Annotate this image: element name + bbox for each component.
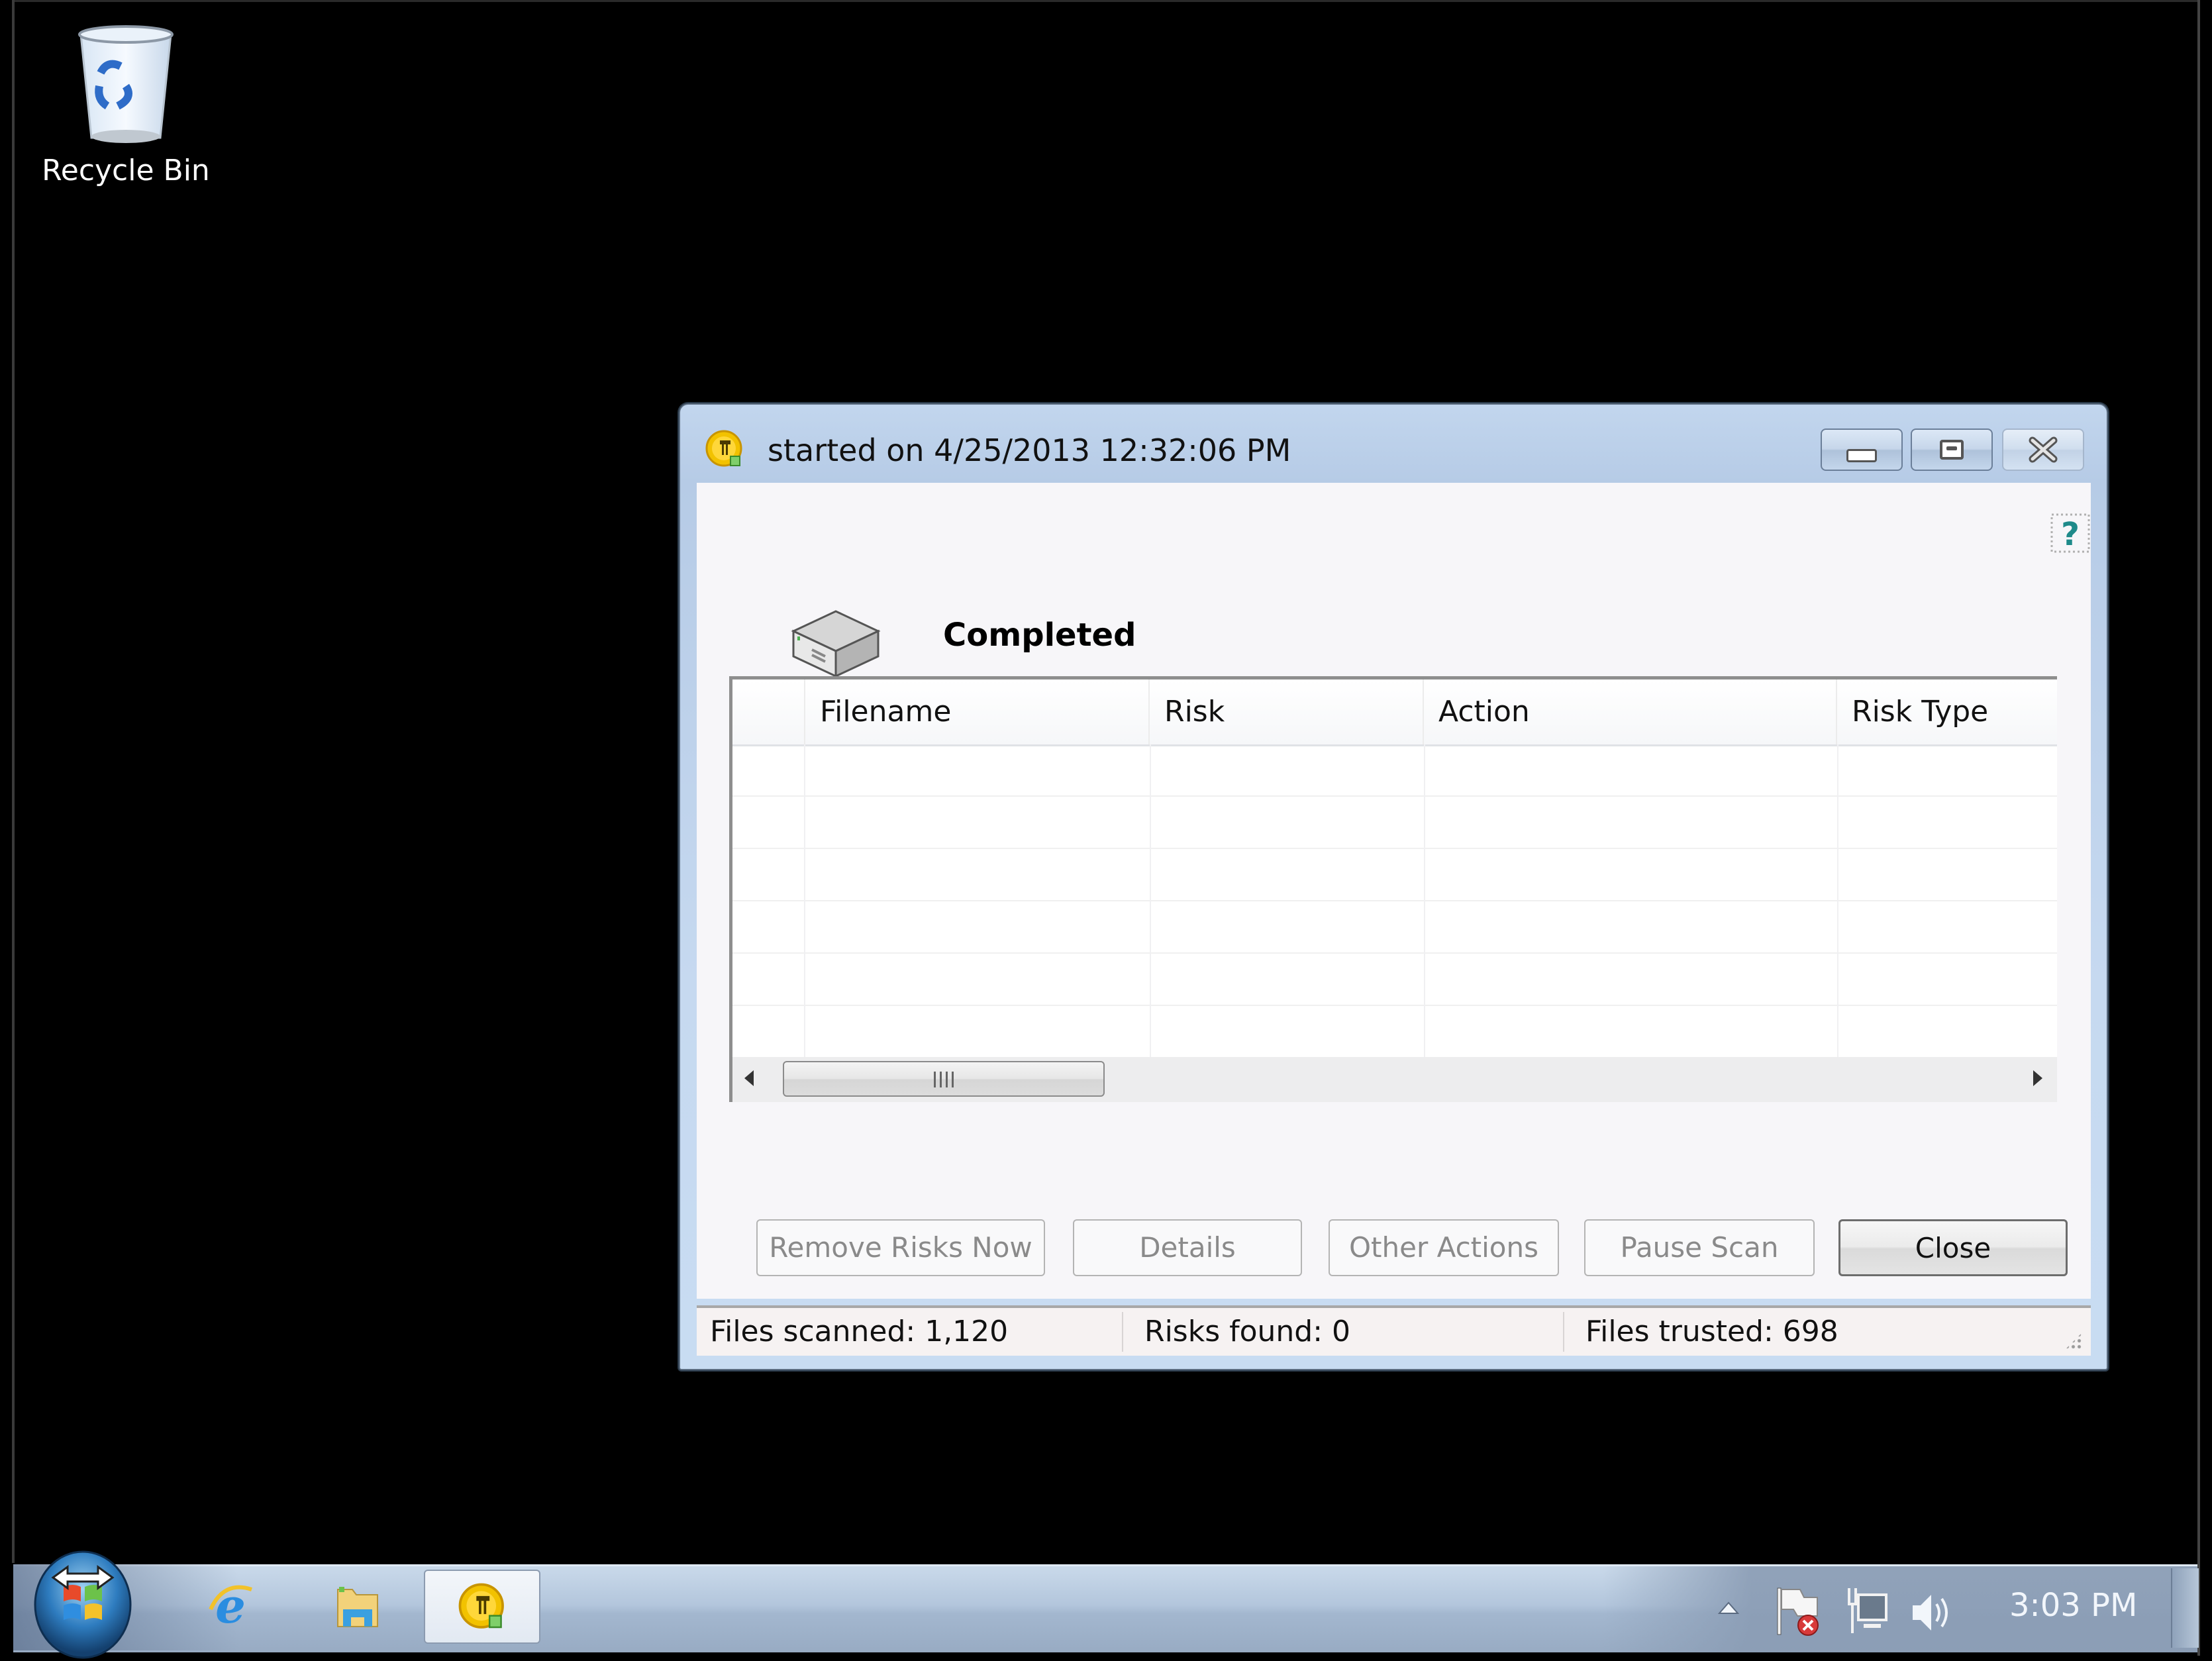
status-divider [1563,1312,1564,1352]
column-header-checkbox[interactable] [732,680,804,744]
details-button[interactable]: Details [1073,1219,1302,1276]
column-divider [1837,744,1838,1057]
status-divider [1122,1312,1123,1352]
close-icon [2029,436,2058,463]
scrollbar-thumb[interactable] [783,1061,1105,1097]
table-row[interactable] [732,744,2057,797]
scroll-right-arrow-icon[interactable] [2033,1070,2042,1086]
table-row[interactable] [732,901,2057,954]
column-header-risk-type[interactable]: Risk Type [1836,680,2057,744]
taskbar-internet-explorer[interactable]: e [172,1570,289,1644]
folder-icon [337,1587,378,1627]
remove-risks-now-button[interactable]: Remove Risks Now [756,1219,1045,1276]
horizontal-scrollbar[interactable] [732,1057,2057,1102]
close-window-button[interactable] [2002,428,2084,471]
internet-explorer-icon: e [209,1580,252,1633]
scan-results-window: started on 4/25/2013 12:32:06 PM ? Compl… [679,403,2108,1370]
files-scanned: Files scanned: 1,120 [710,1315,1009,1348]
recycle-bin-icon [78,25,174,143]
resize-grip-icon[interactable] [2064,1332,2083,1350]
show-desktop-button[interactable] [2171,1568,2199,1648]
minimize-button[interactable] [1821,428,1903,471]
column-header-risk[interactable]: Risk [1148,680,1423,744]
volume-icon[interactable] [1910,1589,1952,1636]
status-bar: Files scanned: 1,120 Risks found: 0 File… [697,1305,2091,1356]
column-header-action[interactable]: Action [1423,680,1836,744]
screen-edge-top [12,0,2197,2]
network-icon[interactable] [1844,1585,1890,1638]
svg-text:?: ? [2061,516,2080,553]
other-actions-button[interactable]: Other Actions [1329,1219,1559,1276]
column-divider [804,744,805,1057]
pause-scan-button[interactable]: Pause Scan [1584,1219,1815,1276]
title-bar[interactable]: started on 4/25/2013 12:32:06 PM [680,405,2107,484]
taskbar-windows-explorer[interactable] [299,1570,416,1644]
risks-found: Risks found: 0 [1144,1315,1351,1348]
desktop-icon-recycle-bin[interactable]: Recycle Bin [26,20,225,205]
table-header: Filename Risk Action Risk Type [732,680,2057,746]
scrollbar-grip-icon [934,1072,954,1087]
table-row[interactable] [732,797,2057,849]
taskbar-norton[interactable] [424,1570,540,1644]
risk-table: Filename Risk Action Risk Type [729,676,2057,1102]
scroll-left-arrow-icon[interactable] [744,1070,754,1086]
screen-edge-right [2197,0,2200,1656]
screen-edge-left [12,0,15,1563]
column-header-filename[interactable]: Filename [804,680,1148,744]
help-icon[interactable]: ? [2049,512,2091,554]
close-button[interactable]: Close [1838,1219,2068,1276]
table-row[interactable] [732,849,2057,901]
norton-shield-icon [458,1583,504,1629]
start-button[interactable] [26,1548,139,1661]
column-divider [1424,744,1425,1057]
taskbar-clock[interactable]: 3:03 PM [2009,1587,2137,1624]
maximize-icon [1940,440,1964,460]
window-title: started on 4/25/2013 12:32:06 PM [768,432,1291,468]
norton-shield-icon [705,430,742,467]
files-trusted: Files trusted: 698 [1585,1315,1838,1348]
action-center-flag-icon[interactable] [1775,1585,1825,1638]
column-divider [1150,744,1151,1057]
window-content: ? Completed Filename Risk Action Risk Ty… [697,483,2091,1299]
scan-status-title: Completed [943,617,1136,654]
maximize-button[interactable] [1911,428,1993,471]
table-row[interactable] [732,954,2057,1006]
drive-icon [791,610,881,678]
show-hidden-icons[interactable] [1717,1600,1740,1616]
minimize-icon [1846,449,1877,462]
table-row[interactable] [732,1006,2057,1058]
desktop-icon-label: Recycle Bin [42,154,210,187]
